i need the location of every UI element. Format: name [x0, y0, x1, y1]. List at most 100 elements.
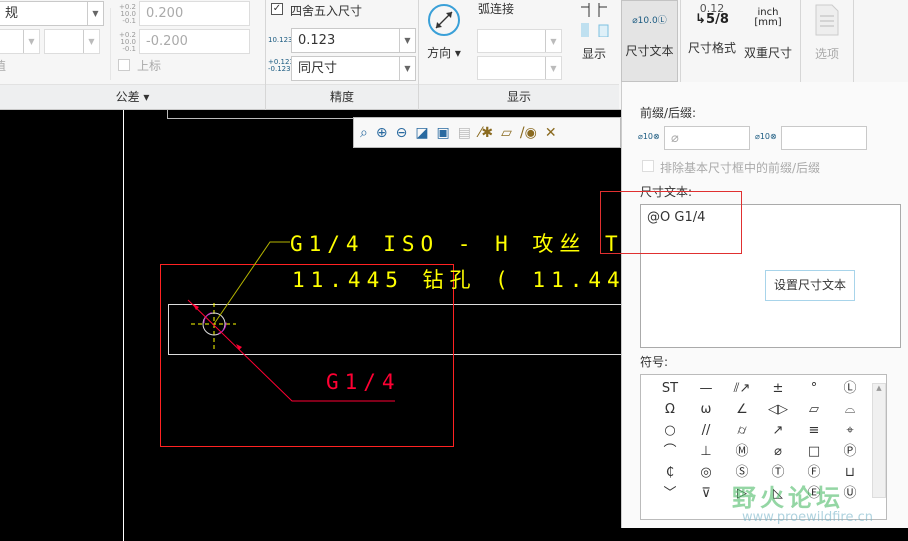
- point-display-icon[interactable]: ✕: [545, 125, 557, 141]
- symbol-scrollbar[interactable]: ▲: [872, 383, 886, 498]
- format-icon: 0.12 ↳5/8: [695, 2, 729, 27]
- watermark-url: www.proewildfire.cn: [742, 510, 873, 525]
- symbol-button[interactable]: ▱: [799, 400, 829, 420]
- tab-dual-dimension[interactable]: inch [mm] 双重尺寸: [742, 0, 794, 82]
- tab-label: 选项: [814, 47, 839, 61]
- symbol-button[interactable]: ST: [655, 379, 685, 399]
- tolerance-decimal-icon: +0.123 -0.123: [268, 58, 294, 73]
- symbol-button[interactable]: ○: [655, 421, 685, 441]
- symbol-button[interactable]: ±: [763, 379, 793, 399]
- symbol-button[interactable]: ⌓: [835, 400, 865, 420]
- symbol-button[interactable]: ω: [691, 400, 721, 420]
- symbol-button[interactable]: ﹀: [655, 484, 685, 504]
- highlight-box: [600, 191, 742, 254]
- symbol-button[interactable]: □: [799, 442, 829, 462]
- chevron-down-icon: ▼: [545, 57, 561, 79]
- symbol-button[interactable]: °: [799, 379, 829, 399]
- direction-button[interactable]: 方向 ▾: [422, 0, 466, 82]
- chevron-down-icon: ▼: [83, 30, 99, 53]
- symbol-button[interactable]: —: [691, 379, 721, 399]
- zoom-fit-icon[interactable]: ⌕: [360, 125, 368, 141]
- symbol-button[interactable]: ⌖: [835, 421, 865, 441]
- decimal-places-value: 0.123: [298, 33, 336, 48]
- decimal-places-icon: 10.123: [268, 36, 293, 44]
- diagonal-arrow-icon: [428, 4, 460, 36]
- symbol-button[interactable]: ⊥: [691, 442, 721, 462]
- exclude-checkbox[interactable]: [642, 160, 654, 172]
- dimension-text-panel: 前缀/后缀: ⌀10⊗ ⌀ ⌀10⊗ 排除基本尺寸框中的前缀/后缀 尺寸文本: …: [621, 82, 908, 528]
- symbol-button[interactable]: ⌀: [763, 442, 793, 462]
- suffix-input[interactable]: [781, 126, 867, 150]
- suffix-icon: ⌀10⊗: [755, 132, 777, 141]
- saved-views-icon[interactable]: ▤: [458, 125, 471, 141]
- tolerance-group-label[interactable]: 公差 ▾: [0, 84, 265, 109]
- decimal-places-select[interactable]: 0.123 ▼: [291, 28, 416, 53]
- drawing-canvas[interactable]: G1/4 ISO - H 攻丝 THRU 11.445 钻孔 ( 11.445 …: [0, 110, 621, 541]
- zoom-in-icon[interactable]: ⊕: [376, 125, 388, 141]
- tab-label: 尺寸格式: [687, 41, 736, 55]
- document-icon: [815, 4, 839, 36]
- symbol-button[interactable]: //: [691, 421, 721, 441]
- tab-dimension-format[interactable]: 0.12 ↳5/8 尺寸格式: [684, 0, 740, 82]
- symbol-button[interactable]: Ⓟ: [835, 442, 865, 462]
- inch-mm-icon: inch [mm]: [754, 7, 782, 28]
- symbol-button[interactable]: ↗: [763, 421, 793, 441]
- arc-connect-select-1[interactable]: ▼: [477, 29, 562, 53]
- lower-tolerance-icon: +0.2 10.0 -0.1: [119, 31, 136, 53]
- show-label: 显示: [581, 47, 606, 61]
- symbol-button[interactable]: ◎: [691, 463, 721, 483]
- dimension-text[interactable]: G1/4: [326, 370, 401, 394]
- symbol-button[interactable]: ⊽: [691, 484, 721, 504]
- precision-group-label: 精度: [266, 84, 418, 109]
- round-checkbox[interactable]: ✓: [271, 3, 283, 15]
- symbol-button[interactable]: ≡: [799, 421, 829, 441]
- tolerance-mode-select[interactable]: 规 ▼: [0, 1, 104, 26]
- plane-display-icon[interactable]: ▱: [501, 125, 512, 141]
- repaint-icon[interactable]: ◪: [415, 125, 428, 141]
- tab-options[interactable]: 选项: [802, 0, 852, 82]
- symbol-button[interactable]: Ⓜ: [727, 442, 757, 462]
- arc-connect-select-2[interactable]: ▼: [477, 56, 562, 80]
- symbol-button[interactable]: Ⓛ: [835, 379, 865, 399]
- zoom-out-icon[interactable]: ⊖: [396, 125, 408, 141]
- prefix-input[interactable]: ⌀: [664, 126, 750, 150]
- symbol-button[interactable]: Ω: [655, 400, 685, 420]
- direction-label: 方向 ▾: [427, 46, 461, 60]
- tolerance-decimal-select[interactable]: 同尺寸 ▼: [291, 56, 416, 81]
- chevron-down-icon: ▼: [545, 30, 561, 52]
- tab-dimension-text[interactable]: ⌀10.0Ⓛ 尺寸文本: [621, 0, 678, 82]
- hole-note-line1[interactable]: G1/4 ISO - H 攻丝 THRU: [290, 228, 621, 258]
- tolerance-table-select[interactable]: ▼: [0, 29, 40, 54]
- set-dim-text-button[interactable]: 设置尺寸文本: [765, 270, 855, 301]
- arc-connect-label: 弧连接: [478, 2, 515, 16]
- tab-label: 双重尺寸: [743, 46, 792, 60]
- symbol-button[interactable]: ⫽↗: [727, 379, 757, 399]
- symbol-button[interactable]: ∠: [727, 400, 757, 420]
- tolerance-mode-value: 规: [5, 6, 19, 21]
- drawing-geometry: [123, 110, 621, 541]
- chevron-down-icon: ▼: [23, 30, 39, 53]
- view-toolbar: ⌕ ⊕ ⊖ ◪ ▣ ▤ ⁄✱ ▱ /◉ ✕: [353, 117, 621, 148]
- dimension-text-icon: ⌀10.0Ⓛ: [632, 16, 667, 26]
- display-style-icon[interactable]: ▣: [437, 125, 450, 141]
- axis-display-icon[interactable]: /◉: [520, 125, 537, 141]
- note-leader: [213, 241, 290, 325]
- prefix-suffix-label: 前缀/后缀:: [640, 106, 697, 120]
- upper-tolerance-input[interactable]: 0.200: [139, 1, 250, 26]
- symbol-button[interactable]: ₵: [655, 463, 685, 483]
- superscript-label: 上标: [137, 59, 162, 73]
- symbol-button[interactable]: ⌒: [655, 442, 685, 462]
- symbol-button[interactable]: ◁▷: [763, 400, 793, 420]
- lower-tolerance-input[interactable]: -0.200: [139, 29, 250, 54]
- tab-label: 尺寸文本: [625, 44, 674, 58]
- display-group-label: 显示: [419, 84, 619, 109]
- superscript-checkbox[interactable]: [118, 59, 130, 71]
- tolerance-column-select[interactable]: ▼: [44, 29, 100, 54]
- chevron-down-icon: ▼: [399, 29, 415, 52]
- symbols-label: 符号:: [640, 355, 669, 369]
- show-button[interactable]: 显示: [573, 0, 615, 82]
- symbol-button[interactable]: ⌭: [727, 421, 757, 441]
- tolerance-decimal-value: 同尺寸: [298, 61, 338, 76]
- datum-display-icon[interactable]: ⁄✱: [479, 125, 493, 141]
- hole-note-line2[interactable]: 11.445 钻孔 ( 11.445 ) TH: [292, 264, 621, 294]
